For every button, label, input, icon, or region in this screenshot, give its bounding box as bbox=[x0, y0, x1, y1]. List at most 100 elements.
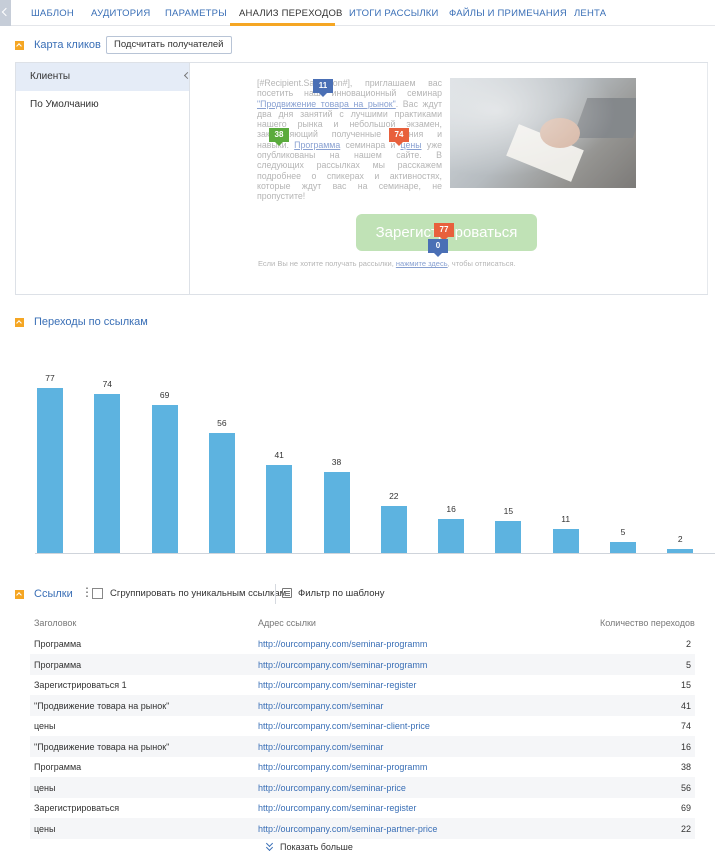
row-count: 41 bbox=[680, 700, 691, 711]
chart-bar[interactable] bbox=[208, 433, 235, 553]
row-url-link[interactable]: http://ourcompany.com/seminar bbox=[258, 701, 383, 711]
click-bubble: 11 bbox=[313, 79, 333, 97]
clicks-bar-chart: 77 74 69 56 41 38 22 16 15 11 5 2 bbox=[15, 340, 715, 562]
chart-bar-label: 16 bbox=[446, 503, 456, 514]
show-more-label: Показать больше bbox=[280, 842, 353, 852]
tab-template[interactable]: ШАБЛОН bbox=[31, 8, 74, 19]
active-tab-indicator bbox=[230, 23, 335, 26]
row-title: Программа bbox=[34, 762, 82, 772]
table-row[interactable]: Программа http://ourcompany.com/seminar-p… bbox=[30, 653, 695, 675]
row-url-link[interactable]: http://ourcompany.com/seminar-programm bbox=[258, 639, 427, 649]
tab-mailing-results[interactable]: ИТОГИ РАССЫЛКИ bbox=[349, 8, 439, 19]
chart-bar[interactable] bbox=[37, 388, 63, 553]
chart-bar-label: 22 bbox=[389, 490, 399, 501]
chart-bar[interactable] bbox=[323, 471, 350, 553]
tab-click-analysis[interactable]: АНАЛИЗ ПЕРЕХОДОВ bbox=[239, 8, 343, 19]
chart-bar-label: 69 bbox=[159, 390, 170, 401]
collapse-icon[interactable] bbox=[15, 40, 24, 50]
row-url-link[interactable]: http://ourcompany.com/seminar-register bbox=[258, 680, 416, 690]
chart-bar-label: 41 bbox=[274, 450, 284, 461]
row-title: "Продвижение товара на рынок" bbox=[34, 741, 170, 752]
table-row[interactable]: цены http://ourcompany.com/seminar-partne… bbox=[30, 817, 695, 839]
row-title: Зарегистрироваться bbox=[34, 803, 120, 813]
chart-bar[interactable] bbox=[552, 529, 579, 553]
row-title: цены bbox=[34, 823, 56, 834]
row-count: 22 bbox=[680, 823, 691, 834]
collapse-icon[interactable] bbox=[15, 317, 24, 327]
row-title: цены bbox=[34, 782, 56, 793]
clickmap-title[interactable]: Карта кликов bbox=[34, 39, 101, 51]
row-title: Программа bbox=[34, 659, 82, 670]
double-chevron-down-icon bbox=[266, 843, 274, 851]
click-bubble: 77 bbox=[434, 223, 454, 241]
more-actions-icon[interactable] bbox=[81, 585, 93, 599]
group-unique-checkbox[interactable] bbox=[92, 588, 103, 599]
tab-audience[interactable]: АУДИТОРИЯ bbox=[91, 8, 150, 19]
column-header-count[interactable]: Количество переходов bbox=[600, 618, 695, 628]
chart-bar[interactable] bbox=[151, 405, 178, 553]
chart-bar-label: 2 bbox=[677, 533, 683, 544]
row-title: Программа bbox=[34, 639, 82, 649]
row-url-link[interactable]: http://ourcompany.com/seminar bbox=[258, 742, 383, 752]
row-count: 16 bbox=[680, 741, 691, 752]
chart-bar[interactable] bbox=[610, 542, 636, 553]
row-url-link[interactable]: http://ourcompany.com/seminar-partner-pr… bbox=[258, 824, 437, 834]
row-url-link[interactable]: http://ourcompany.com/seminar-programm bbox=[258, 762, 427, 772]
collapse-icon[interactable] bbox=[15, 589, 24, 599]
count-recipients-button[interactable]: Подсчитать получателей bbox=[106, 36, 232, 54]
table-row[interactable]: цены http://ourcompany.com/seminar-client… bbox=[30, 715, 695, 736]
table-row[interactable]: Зарегистрироваться 1 http://ourcompany.co… bbox=[30, 674, 695, 695]
row-url-link[interactable]: http://ourcompany.com/seminar-client-pri… bbox=[258, 721, 430, 731]
letter-overlay bbox=[191, 63, 708, 294]
chart-bar[interactable] bbox=[266, 465, 293, 553]
tab-bar: ШАБЛОН АУДИТОРИЯ ПАРАМЕТРЫ АНАЛИЗ ПЕРЕХО… bbox=[0, 0, 715, 26]
chart-axis bbox=[35, 553, 715, 554]
table-row[interactable]: Программа http://ourcompany.com/seminar-p… bbox=[30, 633, 695, 654]
click-bubble: 74 bbox=[389, 128, 409, 146]
row-count: 5 bbox=[685, 659, 691, 670]
chart-header: Переходы по ссылкам bbox=[15, 316, 148, 328]
chart-bar-label: 74 bbox=[102, 379, 113, 390]
filter-by-template-button[interactable]: Фильтр по шаблону bbox=[298, 588, 384, 599]
chart-bar-label: 56 bbox=[217, 418, 227, 428]
clickmap-panel: Клиенты По Умолчанию [#Recipient.Salutat… bbox=[15, 62, 708, 295]
chart-bar[interactable] bbox=[380, 505, 407, 553]
segment-item-clients[interactable]: Клиенты bbox=[16, 63, 189, 91]
row-url-link[interactable]: http://ourcompany.com/seminar-register bbox=[258, 803, 416, 813]
clickmap-header: Карта кликов bbox=[15, 39, 101, 51]
chart-bar[interactable] bbox=[667, 548, 694, 553]
row-title: "Продвижение товара на рынок" bbox=[34, 700, 170, 711]
chart-bar[interactable] bbox=[94, 394, 121, 553]
tab-files-notes[interactable]: ФАЙЛЫ И ПРИМЕЧАНИЯ bbox=[449, 8, 567, 19]
table-row[interactable]: "Продвижение товара на рынок" http://ourc… bbox=[30, 735, 695, 757]
row-url-link[interactable]: http://ourcompany.com/seminar-price bbox=[258, 783, 406, 793]
tab-parameters[interactable]: ПАРАМЕТРЫ bbox=[165, 8, 227, 19]
chart-bar[interactable] bbox=[438, 518, 465, 553]
group-unique-label[interactable]: Сгруппировать по уникальным ссылкам bbox=[110, 588, 286, 599]
click-bubble: 38 bbox=[269, 128, 289, 146]
show-more-button[interactable]: Показать больше bbox=[266, 842, 353, 852]
chart-bar-label: 77 bbox=[45, 373, 55, 383]
table-row[interactable]: цены http://ourcompany.com/seminar-price 5… bbox=[30, 776, 695, 798]
column-header-url[interactable]: Адрес ссылки bbox=[258, 618, 316, 628]
column-header-title[interactable]: Заголовок bbox=[34, 618, 76, 628]
row-url-link[interactable]: http://ourcompany.com/seminar-programm bbox=[258, 660, 427, 670]
chart-title[interactable]: Переходы по ссылкам bbox=[34, 316, 148, 328]
table-row[interactable]: "Продвижение товара на рынок" http://ourc… bbox=[30, 694, 695, 716]
chart-bar[interactable] bbox=[495, 520, 522, 553]
filter-icon[interactable] bbox=[282, 588, 292, 598]
row-title: Зарегистрироваться 1 bbox=[34, 680, 127, 690]
segment-item-default[interactable]: По Умолчанию bbox=[16, 91, 189, 119]
chart-bar-label: 5 bbox=[620, 527, 626, 538]
chart-bar-label: 38 bbox=[331, 456, 342, 467]
table-row[interactable]: Зарегистрироваться http://ourcompany.com/… bbox=[30, 797, 695, 818]
chart-bar-label: 11 bbox=[561, 514, 571, 525]
toolbar-divider bbox=[275, 584, 276, 604]
tabs-scroll-left-icon[interactable] bbox=[0, 0, 11, 26]
row-count: 56 bbox=[680, 782, 691, 793]
links-title[interactable]: Ссылки bbox=[34, 588, 73, 600]
tab-feed[interactable]: ЛЕНТА bbox=[574, 8, 606, 19]
table-row[interactable]: Программа http://ourcompany.com/seminar-p… bbox=[30, 756, 695, 777]
collapse-sidebar-icon[interactable] bbox=[183, 69, 190, 83]
row-title: цены bbox=[34, 721, 56, 731]
